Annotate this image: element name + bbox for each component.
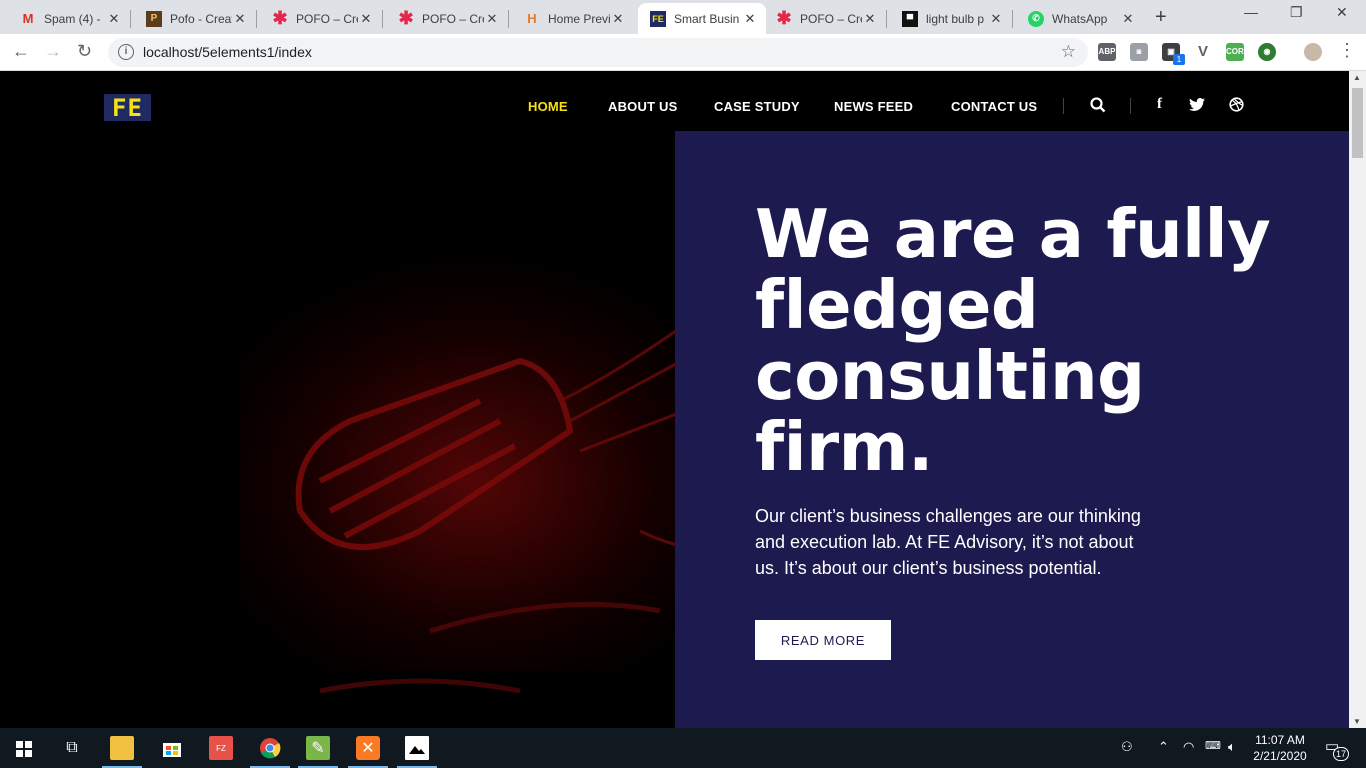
close-icon[interactable]: ✕ bbox=[106, 11, 122, 27]
fe-icon: FE bbox=[650, 10, 666, 27]
tab-title: POFO – Cre bbox=[800, 11, 862, 26]
tab-gmail[interactable]: M Spam (4) - ✕ bbox=[0, 3, 130, 34]
dribbble-icon[interactable] bbox=[1229, 97, 1244, 112]
photos-icon[interactable] bbox=[405, 736, 429, 760]
close-icon[interactable]: ✕ bbox=[484, 11, 500, 27]
tab-smart-business[interactable]: FE Smart Busin ✕ bbox=[638, 3, 766, 34]
tab-title: Spam (4) - bbox=[44, 11, 101, 26]
nav-about-us[interactable]: ABOUT US bbox=[608, 99, 678, 114]
xampp-icon[interactable]: ✕ bbox=[356, 736, 380, 760]
wifi-icon[interactable]: ◠ bbox=[1183, 739, 1194, 755]
tab-pofo[interactable]: P Pofo - Creat ✕ bbox=[126, 3, 256, 34]
tab-pofo-4[interactable]: ✱ POFO – Cre ✕ bbox=[756, 3, 886, 34]
close-window-icon[interactable]: ✕ bbox=[1336, 4, 1348, 21]
web-page: FE HOME ABOUT US CASE STUDY NEWS FEED CO… bbox=[0, 71, 1349, 728]
tab-whatsapp[interactable]: ✆ WhatsApp ✕ bbox=[1008, 3, 1144, 34]
search-icon[interactable] bbox=[1090, 97, 1106, 113]
volume-icon[interactable]: 🔈︎ bbox=[1228, 739, 1236, 755]
menu-icon[interactable]: ⋮ bbox=[1338, 40, 1356, 61]
notification-count: 17 bbox=[1333, 747, 1349, 761]
store-icon[interactable] bbox=[160, 736, 184, 760]
show-hidden-icons[interactable]: ⌃ bbox=[1158, 739, 1169, 755]
tab-title: Pofo - Creat bbox=[170, 11, 232, 26]
chrome-icon[interactable] bbox=[258, 736, 282, 760]
nav-divider bbox=[1130, 98, 1131, 114]
filezilla-icon[interactable]: FZ bbox=[209, 736, 233, 760]
notepad-icon[interactable]: ✎ bbox=[306, 736, 330, 760]
asterisk-icon: ✱ bbox=[272, 8, 288, 28]
windows-start-icon[interactable] bbox=[16, 741, 32, 757]
minimize-icon[interactable]: — bbox=[1244, 4, 1258, 20]
info-icon[interactable]: i bbox=[118, 44, 134, 60]
url-text[interactable]: localhost/5elements1/index bbox=[143, 44, 312, 60]
h-icon: H bbox=[527, 11, 537, 26]
people-icon[interactable]: ⚇ bbox=[1121, 739, 1133, 755]
close-icon[interactable]: ✕ bbox=[610, 11, 626, 27]
browser-toolbar: ← → ↻ i localhost/5elements1/index ☆ ABP… bbox=[0, 34, 1366, 71]
tab-light-bulb[interactable]: ▀ light bulb p ✕ bbox=[882, 3, 1012, 34]
reload-icon[interactable]: ↻ bbox=[77, 41, 92, 62]
nav-divider bbox=[1063, 98, 1064, 114]
tab-title: POFO – Cre bbox=[296, 11, 358, 26]
close-icon[interactable]: ✕ bbox=[862, 11, 878, 27]
clock-date: 2/21/2020 bbox=[1253, 749, 1307, 763]
restore-icon[interactable]: ❐ bbox=[1290, 4, 1303, 21]
tab-pofo-3[interactable]: ✱ POFO – Cre ✕ bbox=[378, 3, 508, 34]
nav-home[interactable]: HOME bbox=[528, 99, 568, 114]
nav-news-feed[interactable]: NEWS FEED bbox=[834, 99, 913, 114]
back-icon[interactable]: ← bbox=[12, 41, 30, 62]
adblock-extension-icon[interactable]: ABP bbox=[1098, 43, 1116, 61]
system-clock[interactable]: 11:07 AM 2/21/2020 bbox=[1244, 732, 1316, 764]
browser-tab-strip: M Spam (4) - ✕ P Pofo - Creat ✕ ✱ POFO –… bbox=[0, 0, 1366, 34]
forward-icon[interactable]: → bbox=[44, 41, 62, 62]
tab-title: Home Previ bbox=[548, 11, 610, 26]
tab-home-preview[interactable]: H Home Previ ✕ bbox=[504, 3, 634, 34]
unsplash-icon: ▀ bbox=[902, 10, 918, 27]
twitter-icon[interactable] bbox=[1189, 98, 1205, 111]
file-explorer-icon[interactable] bbox=[110, 736, 134, 760]
hero-headline: We are a fully fledged consulting firm. bbox=[755, 195, 1271, 486]
cors-extension-icon[interactable]: CORS bbox=[1226, 43, 1249, 61]
facebook-icon[interactable]: f bbox=[1157, 96, 1162, 113]
new-tab-button[interactable]: + bbox=[1155, 6, 1167, 29]
extension-badge: 1 bbox=[1173, 54, 1185, 65]
pofo-icon: P bbox=[146, 10, 162, 27]
close-icon[interactable]: ✕ bbox=[988, 11, 1004, 27]
keyboard-icon[interactable]: ⌨ bbox=[1205, 739, 1221, 752]
close-icon[interactable]: ✕ bbox=[358, 11, 374, 27]
close-icon[interactable]: ✕ bbox=[232, 11, 248, 27]
clock-time: 11:07 AM bbox=[1255, 733, 1305, 747]
site-logo[interactable]: FE bbox=[104, 93, 151, 122]
task-view-icon[interactable]: ⧉ bbox=[60, 736, 84, 760]
tab-title: Smart Busin bbox=[674, 11, 740, 26]
tab-pofo-2[interactable]: ✱ POFO – Cre ✕ bbox=[252, 3, 382, 34]
windows-taskbar: ⧉ FZ ✎ ✕ ⚇ ⌃ ◠ ⌨ 🔈︎ 11:07 AM 2/21/2020 ▭… bbox=[0, 728, 1366, 768]
asterisk-icon: ✱ bbox=[776, 8, 792, 28]
scrollbar-thumb[interactable] bbox=[1352, 88, 1363, 158]
tab-title: POFO – Cre bbox=[422, 11, 484, 26]
bookmark-star-icon[interactable]: ☆ bbox=[1061, 42, 1076, 62]
address-bar[interactable]: i localhost/5elements1/index ☆ bbox=[108, 38, 1088, 67]
tab-title: WhatsApp bbox=[1052, 11, 1108, 26]
whatsapp-icon: ✆ bbox=[1028, 10, 1044, 27]
nav-case-study[interactable]: CASE STUDY bbox=[714, 99, 800, 114]
camera-extension-icon[interactable]: ◙ bbox=[1130, 43, 1148, 61]
tab-title: light bulb p bbox=[926, 11, 985, 26]
nav-contact-us[interactable]: CONTACT US bbox=[951, 99, 1037, 114]
vue-extension-icon[interactable]: V bbox=[1194, 43, 1212, 61]
scroll-down-icon[interactable]: ▼ bbox=[1353, 717, 1361, 726]
scroll-up-icon[interactable]: ▲ bbox=[1353, 73, 1361, 82]
close-icon[interactable]: ✕ bbox=[1120, 11, 1136, 27]
gmail-icon: M bbox=[22, 11, 34, 26]
read-more-button[interactable]: READ MORE bbox=[755, 620, 891, 660]
avatar[interactable] bbox=[1304, 43, 1322, 61]
page-scrollbar[interactable]: ▲ ▼ bbox=[1349, 71, 1366, 728]
globe-extension-icon[interactable]: ◉ bbox=[1258, 43, 1276, 61]
logo-text: FE bbox=[112, 93, 143, 122]
hero-description: Our client’s business challenges are our… bbox=[755, 506, 1141, 578]
asterisk-icon: ✱ bbox=[398, 8, 414, 28]
